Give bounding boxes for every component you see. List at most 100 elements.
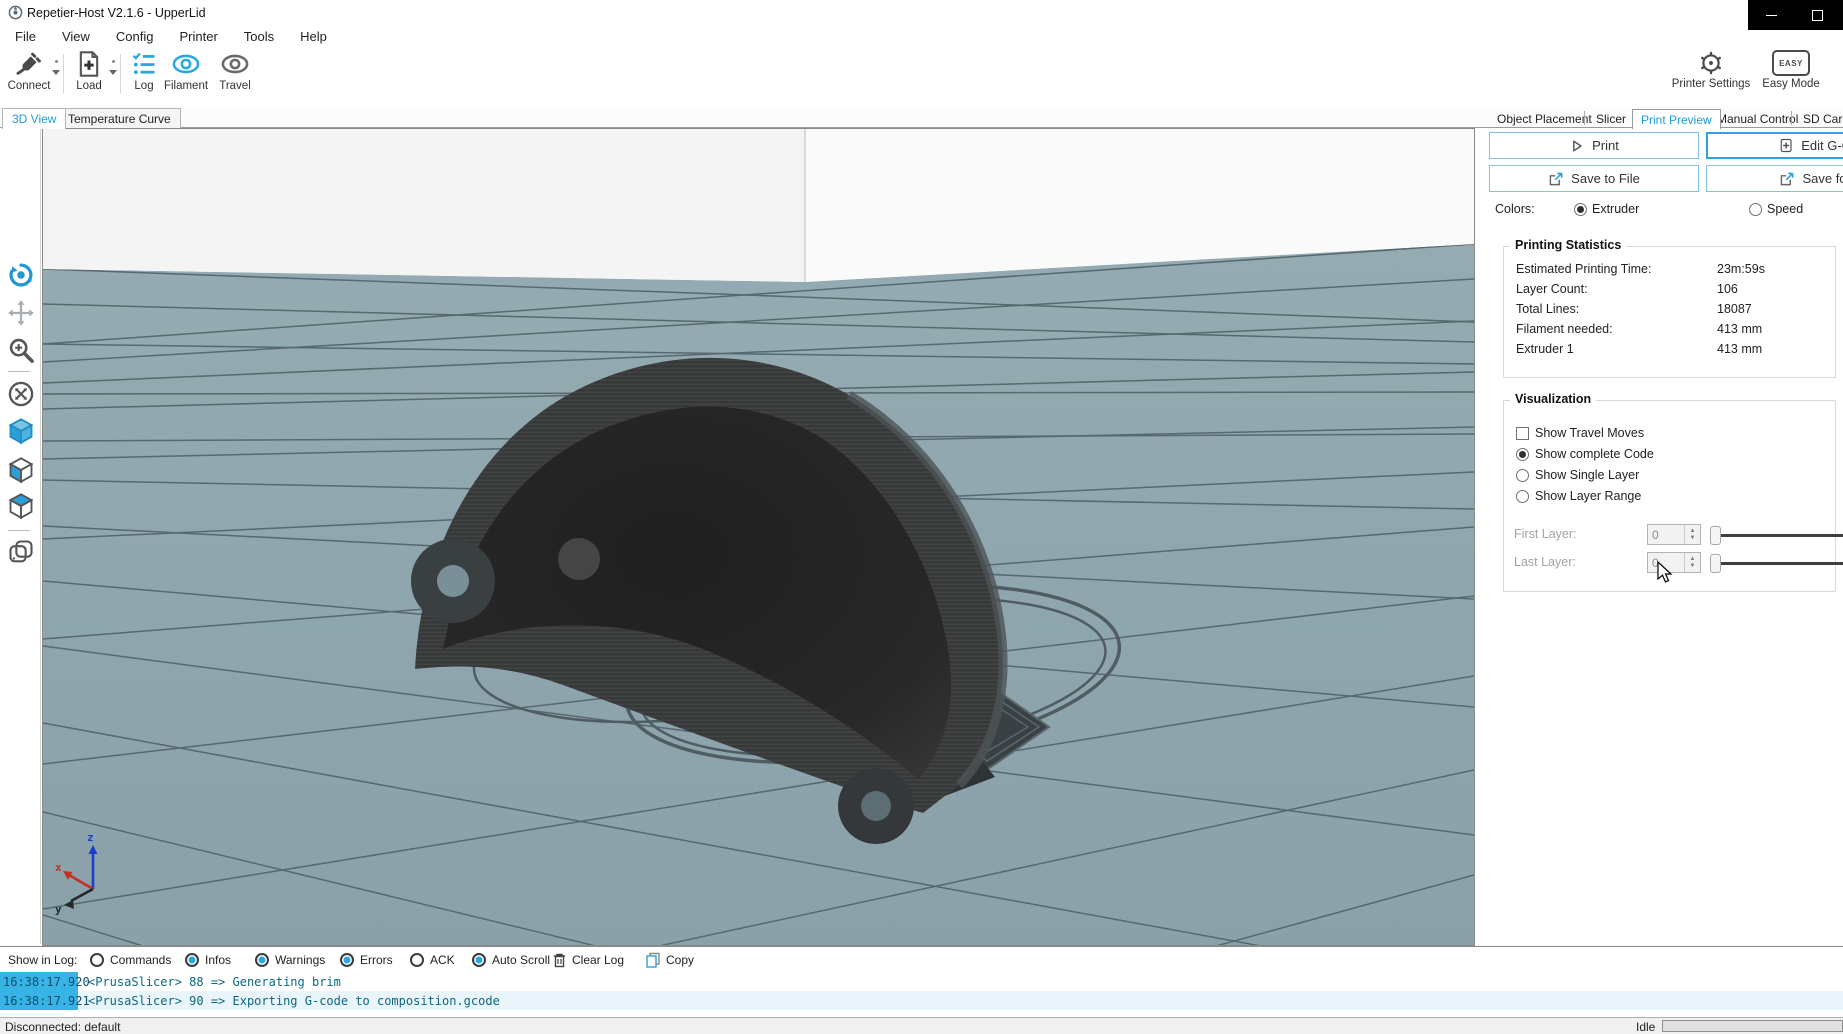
log-infos-toggle[interactable] bbox=[185, 953, 199, 967]
print-button[interactable]: Print bbox=[1489, 132, 1699, 159]
fit-view-tool[interactable] bbox=[7, 380, 35, 408]
log-infos-label[interactable]: Infos bbox=[205, 953, 231, 967]
export-icon bbox=[1779, 171, 1795, 187]
toolbar-separator bbox=[120, 54, 121, 94]
show-in-log-label: Show in Log: bbox=[8, 953, 77, 967]
show-travel-moves-checkbox[interactable] bbox=[1516, 427, 1529, 440]
show-single-layer-label[interactable]: Show Single Layer bbox=[1535, 468, 1639, 482]
zoom-tool[interactable] bbox=[7, 336, 35, 364]
stat-label: Total Lines: bbox=[1516, 302, 1579, 316]
move-view-tool[interactable] bbox=[7, 299, 35, 327]
log-errors-label[interactable]: Errors bbox=[360, 953, 393, 967]
view-toolstrip bbox=[0, 128, 41, 944]
show-single-layer-radio[interactable] bbox=[1516, 469, 1529, 482]
clear-log-button[interactable]: Clear Log bbox=[572, 953, 624, 967]
colors-speed-radio[interactable] bbox=[1749, 203, 1762, 216]
load-dropdown-arrow[interactable] bbox=[109, 70, 117, 75]
tab-temperature-curve[interactable]: Temperature Curve bbox=[58, 108, 181, 128]
load-button[interactable]: Load bbox=[69, 50, 109, 92]
log-commands-label[interactable]: Commands bbox=[110, 953, 171, 967]
easy-mode-button[interactable]: EASY Easy Mode bbox=[1761, 50, 1821, 90]
show-travel-moves-label[interactable]: Show Travel Moves bbox=[1535, 426, 1644, 440]
rotate-view-tool[interactable] bbox=[7, 261, 35, 289]
load-label: Load bbox=[76, 80, 102, 92]
menu-printer[interactable]: Printer bbox=[179, 29, 217, 44]
front-view-tool[interactable] bbox=[7, 456, 35, 484]
travel-toggle-button[interactable]: Travel bbox=[214, 50, 256, 92]
log-autoscroll-label[interactable]: Auto Scroll bbox=[492, 953, 550, 967]
visualization-title: Visualization bbox=[1510, 392, 1596, 406]
tab-slicer[interactable]: Slicer bbox=[1588, 109, 1634, 128]
window-title: Repetier-Host V2.1.6 - UpperLid bbox=[27, 6, 206, 20]
menu-help[interactable]: Help bbox=[300, 29, 327, 44]
filament-eye-icon bbox=[171, 50, 201, 78]
load-file-icon bbox=[75, 50, 103, 78]
travel-eye-icon bbox=[220, 50, 250, 78]
menu-view[interactable]: View bbox=[62, 29, 90, 44]
copy-button[interactable]: Copy bbox=[666, 953, 694, 967]
tab-sd-card[interactable]: SD Card bbox=[1795, 109, 1843, 128]
first-layer-slider-thumb[interactable] bbox=[1710, 526, 1721, 545]
log-errors-toggle[interactable] bbox=[340, 953, 354, 967]
log-message: <PrusaSlicer> 90 => Exporting G-code to … bbox=[78, 994, 500, 1008]
log-ack-toggle[interactable] bbox=[410, 953, 424, 967]
tab-separator bbox=[1791, 111, 1792, 125]
toolbar-separator bbox=[63, 54, 64, 94]
save-for-sd-button[interactable]: Save for SD bbox=[1706, 165, 1843, 192]
log-warnings-toggle[interactable] bbox=[255, 953, 269, 967]
app-logo-icon bbox=[8, 5, 23, 20]
log-toggle-button[interactable]: Log bbox=[126, 50, 162, 92]
last-layer-spinner[interactable]: 0 ▲▼ bbox=[1647, 552, 1701, 573]
copy-icon[interactable] bbox=[645, 952, 661, 968]
tab-print-preview[interactable]: Print Preview bbox=[1632, 109, 1721, 129]
log-message: <PrusaSlicer> 88 => Generating brim bbox=[78, 975, 341, 989]
last-layer-slider-track[interactable] bbox=[1714, 562, 1843, 565]
show-layer-range-radio[interactable] bbox=[1516, 490, 1529, 503]
colors-extruder-label[interactable]: Extruder bbox=[1592, 202, 1639, 216]
connect-button[interactable]: Connect bbox=[6, 50, 52, 92]
show-complete-code-label[interactable]: Show complete Code bbox=[1535, 447, 1654, 461]
tab-separator bbox=[1584, 111, 1585, 125]
filament-toggle-button[interactable]: Filament bbox=[160, 50, 212, 92]
show-complete-code-radio[interactable] bbox=[1516, 448, 1529, 461]
stat-value: 413 mm bbox=[1717, 322, 1762, 336]
colors-extruder-radio[interactable] bbox=[1574, 203, 1587, 216]
last-layer-slider-thumb[interactable] bbox=[1710, 554, 1721, 573]
first-layer-label: First Layer: bbox=[1514, 527, 1577, 541]
log-autoscroll-toggle[interactable] bbox=[472, 953, 486, 967]
stat-label: Extruder 1 bbox=[1516, 342, 1574, 356]
log-checklist-icon bbox=[130, 50, 158, 78]
first-layer-slider-track[interactable] bbox=[1714, 534, 1843, 537]
show-layer-range-label[interactable]: Show Layer Range bbox=[1535, 489, 1641, 503]
spinner-arrows[interactable]: ▲▼ bbox=[1684, 553, 1700, 572]
spinner-arrows[interactable]: ▲▼ bbox=[1684, 525, 1700, 544]
menubar: File View Config Printer Tools Help bbox=[0, 26, 1843, 46]
stat-label: Filament needed: bbox=[1516, 322, 1613, 336]
log-line: 16:38:17.920 <PrusaSlicer> 88 => Generat… bbox=[0, 972, 1843, 991]
trash-icon[interactable] bbox=[552, 952, 567, 968]
log-output[interactable]: 16:38:17.920 <PrusaSlicer> 88 => Generat… bbox=[0, 972, 1843, 1012]
edit-gcode-label: Edit G-Code bbox=[1801, 138, 1843, 153]
tab-3d-view[interactable]: 3D View bbox=[2, 108, 66, 129]
top-view-tool[interactable] bbox=[7, 492, 35, 520]
parallel-projection-tool[interactable] bbox=[7, 538, 35, 566]
main-toolbar: Connect Load Log bbox=[0, 46, 1843, 102]
menu-file[interactable]: File bbox=[15, 29, 36, 44]
log-commands-toggle[interactable] bbox=[90, 953, 104, 967]
colors-speed-label[interactable]: Speed bbox=[1767, 202, 1803, 216]
menu-config[interactable]: Config bbox=[116, 29, 154, 44]
printer-settings-label: Printer Settings bbox=[1672, 78, 1751, 90]
play-icon bbox=[1569, 138, 1585, 154]
isometric-view-tool[interactable] bbox=[7, 417, 35, 445]
log-warnings-label[interactable]: Warnings bbox=[275, 953, 325, 967]
connect-dropdown-arrow[interactable] bbox=[52, 70, 60, 75]
save-to-file-button[interactable]: Save to File bbox=[1489, 165, 1699, 192]
print-button-label: Print bbox=[1592, 138, 1619, 153]
viewport-3d[interactable]: z x y bbox=[42, 128, 1475, 946]
printer-settings-button[interactable]: Printer Settings bbox=[1668, 50, 1754, 90]
log-ack-label[interactable]: ACK bbox=[430, 953, 455, 967]
edit-gcode-button[interactable]: Edit G-Code bbox=[1706, 132, 1843, 159]
edit-gcode-icon bbox=[1779, 138, 1794, 153]
menu-tools[interactable]: Tools bbox=[244, 29, 274, 44]
first-layer-spinner[interactable]: 0 ▲▼ bbox=[1647, 524, 1701, 545]
